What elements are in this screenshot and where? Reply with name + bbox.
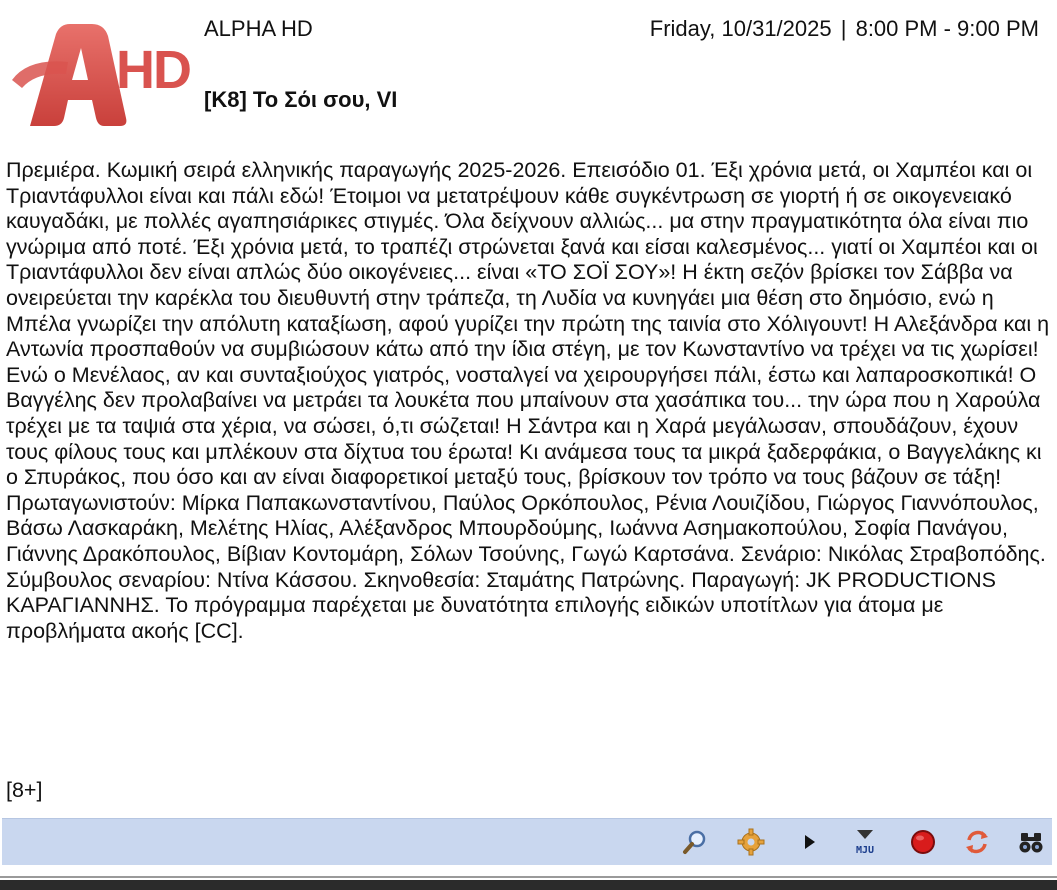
- refresh-icon: [966, 830, 988, 854]
- mju-download-button[interactable]: MJU: [848, 826, 882, 858]
- program-title: [K8] Το Σόι σου, VI: [204, 87, 398, 112]
- program-detail-page: HD HD ALPHA HD Friday, 10/31/2025 | 8:00…: [0, 0, 1057, 890]
- mju-download-icon: MJU: [856, 830, 874, 856]
- action-toolbar: MJU: [2, 818, 1052, 865]
- refresh-button[interactable]: [960, 826, 994, 858]
- mju-label: MJU: [856, 845, 874, 856]
- age-rating: [8+]: [6, 778, 43, 802]
- search-button[interactable]: [678, 826, 712, 858]
- broadcast-date: Friday, 10/31/2025: [649, 16, 832, 41]
- channel-name: ALPHA HD: [204, 16, 313, 41]
- binoculars-icon: [1019, 833, 1043, 853]
- broadcast-time: 8:00 PM - 9:00 PM: [855, 16, 1039, 41]
- window-bottom-edge: [0, 880, 1057, 890]
- record-button[interactable]: [906, 826, 940, 858]
- channel-logo: HD HD: [8, 18, 198, 133]
- settings-button[interactable]: [734, 826, 768, 858]
- broadcast-datetime: Friday, 10/31/2025 | 8:00 PM - 9:00 PM: [650, 15, 1039, 43]
- window-divider: [0, 876, 1057, 878]
- play-button[interactable]: [792, 826, 826, 858]
- play-icon: [805, 835, 815, 849]
- settings-gear-icon: [737, 828, 765, 856]
- program-description: Πρεμιέρα. Κωμική σειρά ελληνικής παραγωγ…: [6, 158, 1050, 643]
- svg-text:HD: HD: [116, 40, 190, 100]
- search-icon: [683, 830, 706, 854]
- datetime-separator: |: [840, 16, 847, 41]
- binoculars-button[interactable]: [1014, 826, 1048, 858]
- record-icon: [911, 830, 935, 854]
